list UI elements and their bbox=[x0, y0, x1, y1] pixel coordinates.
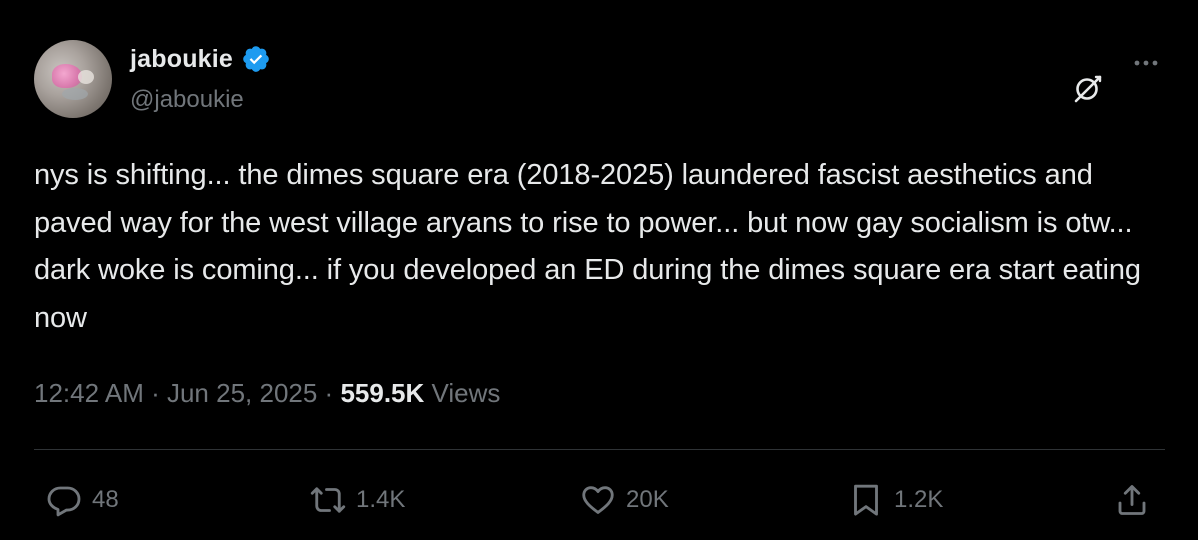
grok-icon[interactable] bbox=[1070, 70, 1106, 106]
action-bar: 48 1.4K 20K 1.2K bbox=[0, 476, 1198, 524]
views-count[interactable]: 559.5K bbox=[340, 378, 424, 408]
author-handle[interactable]: @jaboukie bbox=[130, 86, 244, 114]
bookmark-icon bbox=[848, 482, 884, 518]
repost-button[interactable]: 1.4K bbox=[310, 476, 405, 524]
views-label: Views bbox=[431, 378, 501, 408]
tweet-time[interactable]: 12:42 AM bbox=[34, 378, 144, 408]
bookmark-button[interactable]: 1.2K bbox=[848, 476, 943, 524]
tweet-meta: 12:42 AM · Jun 25, 2025 · 559.5K Views bbox=[34, 378, 500, 409]
avatar-image-detail bbox=[62, 88, 88, 100]
reply-count: 48 bbox=[92, 486, 119, 513]
avatar-image-detail bbox=[78, 70, 94, 84]
like-button[interactable]: 20K bbox=[580, 476, 669, 524]
divider bbox=[34, 449, 1165, 450]
reply-icon bbox=[46, 482, 82, 518]
meta-separator: · bbox=[143, 378, 167, 408]
tweet-date[interactable]: Jun 25, 2025 bbox=[167, 378, 317, 408]
tweet-text: nys is shifting... the dimes square era … bbox=[34, 159, 1141, 334]
repost-count: 1.4K bbox=[356, 486, 406, 513]
share-icon bbox=[1114, 482, 1150, 518]
more-options-icon[interactable] bbox=[1128, 54, 1164, 72]
bookmark-count: 1.2K bbox=[894, 486, 944, 513]
verified-badge-icon[interactable] bbox=[241, 44, 271, 74]
author-display-name[interactable]: jaboukie bbox=[130, 45, 233, 74]
avatar[interactable] bbox=[34, 40, 112, 118]
reply-button[interactable]: 48 bbox=[46, 476, 119, 524]
repost-icon bbox=[310, 482, 346, 518]
meta-separator: · bbox=[317, 378, 341, 408]
author-name-row: jaboukie bbox=[130, 44, 271, 74]
share-button[interactable] bbox=[1114, 476, 1150, 524]
heart-icon bbox=[580, 482, 616, 518]
like-count: 20K bbox=[626, 486, 669, 513]
